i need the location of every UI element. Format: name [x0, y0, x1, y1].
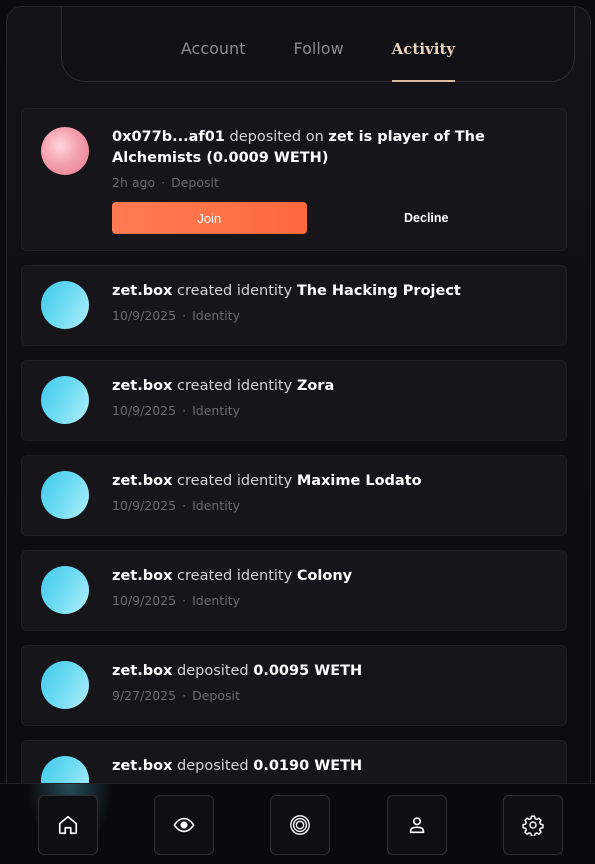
activity-time: 9/27/2025 [112, 688, 177, 703]
activity-time: 10/9/2025 [112, 593, 177, 608]
activity-kind: Identity [192, 308, 240, 323]
activity-card: 0x077b...af01 deposited on zet is player… [21, 108, 567, 251]
join-button[interactable]: Join [112, 202, 307, 234]
activity-time: 10/9/2025 [112, 308, 177, 323]
nav-watch-button[interactable] [154, 795, 214, 855]
activity-target[interactable]: 0.0190 WETH [253, 758, 362, 774]
eye-icon [173, 817, 195, 833]
activity-kind: Identity [192, 498, 240, 513]
avatar [41, 471, 89, 519]
activity-actor[interactable]: zet.box [112, 378, 172, 394]
activity-actor[interactable]: 0x077b...af01 [112, 129, 225, 145]
activity-meta: 9/27/2025 · Deposit [112, 688, 240, 703]
activity-text: zet.box created identity The Hacking Pro… [112, 281, 546, 302]
activity-feed: 0x077b...af01 deposited on zet is player… [21, 108, 567, 835]
activity-meta: 2h ago · Deposit [112, 175, 219, 190]
activity-text: zet.box deposited 0.0095 WETH [112, 661, 546, 682]
avatar [41, 661, 89, 709]
activity-target[interactable]: 0.0095 WETH [253, 663, 362, 679]
activity-text: zet.box created identity Colony [112, 566, 546, 587]
activity-actor[interactable]: zet.box [112, 663, 172, 679]
user-icon [409, 817, 425, 834]
activity-target[interactable]: Maxime Lodato [297, 473, 422, 489]
activity-card: zet.box deposited 0.0095 WETH 9/27/2025 ·… [21, 645, 567, 726]
gear-icon [522, 815, 544, 836]
home-icon [58, 815, 78, 835]
decline-button[interactable]: Decline [307, 202, 546, 234]
tab-bar: Account Follow Activity [61, 7, 575, 82]
nav-home-button[interactable] [38, 795, 98, 855]
activity-verb: created identity [177, 378, 293, 394]
activity-target[interactable]: The Hacking Project [297, 283, 461, 299]
activity-verb: deposited [177, 663, 249, 679]
activity-actor[interactable]: zet.box [112, 758, 172, 774]
activity-card: zet.box created identity Maxime Lodato 1… [21, 455, 567, 536]
activity-kind: Identity [192, 403, 240, 418]
activity-verb: deposited [177, 758, 249, 774]
activity-card: zet.box created identity Colony 10/9/202… [21, 550, 567, 631]
activity-target[interactable]: Colony [297, 568, 352, 584]
activity-meta: 10/9/2025 · Identity [112, 308, 240, 323]
activity-text: zet.box created identity Zora [112, 376, 546, 397]
activity-time: 10/9/2025 [112, 498, 177, 513]
activity-verb: created identity [177, 473, 293, 489]
activity-meta: 10/9/2025 · Identity [112, 498, 240, 513]
activity-verb: deposited on [229, 129, 324, 145]
tab-activity[interactable]: Activity [368, 7, 479, 82]
activity-time: 10/9/2025 [112, 403, 177, 418]
avatar [41, 281, 89, 329]
activity-card: zet.box created identity Zora 10/9/2025 ·… [21, 360, 567, 441]
nav-settings-button[interactable] [503, 795, 563, 855]
tab-account[interactable]: Account [157, 7, 270, 82]
activity-time: 2h ago [112, 175, 156, 190]
avatar [41, 127, 89, 175]
target-icon [290, 815, 310, 835]
activity-verb: created identity [177, 283, 293, 299]
activity-card: zet.box created identity The Hacking Pro… [21, 265, 567, 346]
activity-actions: Join Decline [112, 202, 546, 234]
bottom-nav [0, 783, 595, 864]
nav-profile-button[interactable] [387, 795, 447, 855]
activity-kind: Deposit [192, 688, 240, 703]
activity-meta: 10/9/2025 · Identity [112, 593, 240, 608]
activity-kind: Identity [192, 593, 240, 608]
activity-verb: created identity [177, 568, 293, 584]
avatar [41, 566, 89, 614]
activity-actor[interactable]: zet.box [112, 283, 172, 299]
activity-meta: 10/9/2025 · Identity [112, 403, 240, 418]
activity-target[interactable]: Zora [297, 378, 334, 394]
activity-actor[interactable]: zet.box [112, 473, 172, 489]
activity-kind: Deposit [171, 175, 219, 190]
activity-text: zet.box deposited 0.0190 WETH [112, 756, 546, 777]
activity-text: zet.box created identity Maxime Lodato [112, 471, 546, 492]
tab-follow[interactable]: Follow [269, 7, 367, 82]
activity-text: 0x077b...af01 deposited on zet is player… [112, 127, 546, 169]
avatar [41, 376, 89, 424]
activity-actor[interactable]: zet.box [112, 568, 172, 584]
nav-target-button[interactable] [270, 795, 330, 855]
